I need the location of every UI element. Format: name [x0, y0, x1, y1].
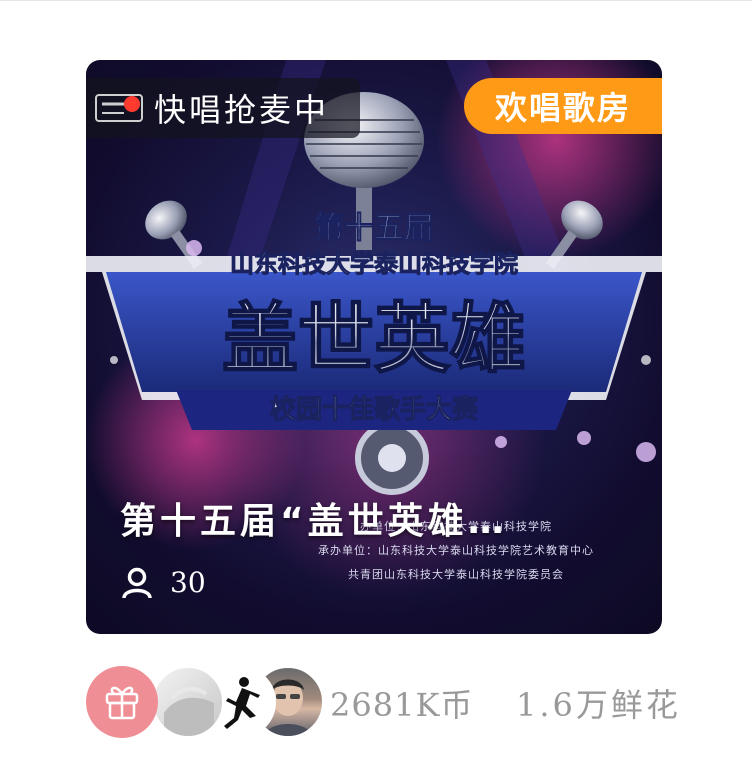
room-category-tag: 欢唱歌房 [464, 78, 662, 134]
live-dot-icon [124, 96, 140, 112]
coin-count: 2681K币 [330, 686, 474, 724]
poster-school-text: 山东科技大学泰山科技学院 [230, 250, 518, 278]
poster-subtitle-text: 校园十佳歌手大赛 [270, 394, 479, 425]
poster-headline-text: 盖世英雄 [222, 294, 526, 383]
room-stats-row: 2681K币 1.6万鲜花 [86, 664, 706, 740]
room-title: 第十五届“盖世英雄… [120, 501, 508, 542]
gift-button[interactable] [86, 666, 158, 738]
gift-icon [105, 686, 139, 720]
listener-count: 30 [122, 566, 206, 599]
avatar[interactable] [152, 666, 224, 738]
flower-count: 1.6万鲜花 [516, 686, 681, 724]
live-status-badge: 快唱抢麦中 [86, 78, 360, 138]
poster-organizer-line: 承办单位：山东科技大学泰山科技学院艺术教育中心 [318, 544, 594, 557]
top-divider [0, 0, 752, 1]
school-logo [90, 88, 148, 128]
live-status-text: 快唱抢麦中 [154, 91, 330, 129]
poster-organizer-line: 共青团山东科技大学泰山科技学院委员会 [348, 568, 564, 581]
listener-count-value: 30 [170, 566, 206, 599]
poster-edition-text: 第十五届 [314, 211, 434, 246]
person-icon [122, 567, 152, 599]
room-card[interactable]: 第十五届 山东科技大学泰山科技学院 盖世英雄 校园十佳歌手大赛 办单位：山东科技… [86, 60, 662, 634]
